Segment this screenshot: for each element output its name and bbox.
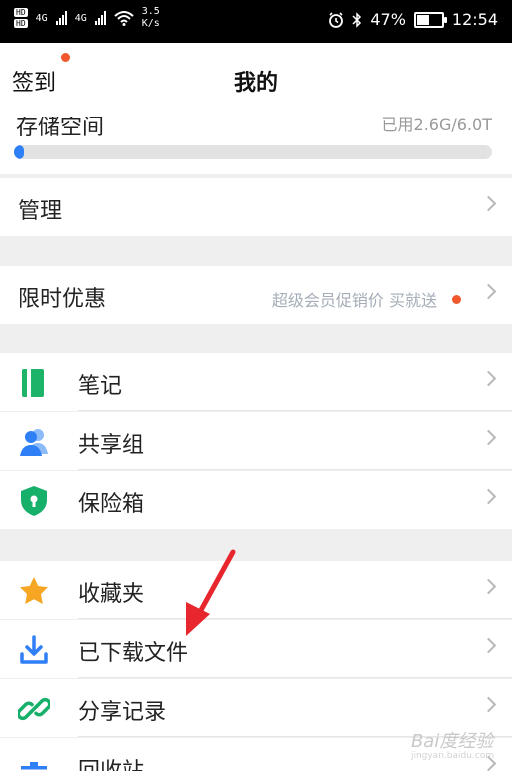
annotation-arrow	[186, 549, 236, 636]
watermark-logo: Bai度经验 jingyan.baidu.com	[411, 727, 494, 761]
watermark-brand: Bai度经验	[410, 731, 494, 752]
watermark-site: jingyan.baidu.com	[410, 751, 494, 761]
